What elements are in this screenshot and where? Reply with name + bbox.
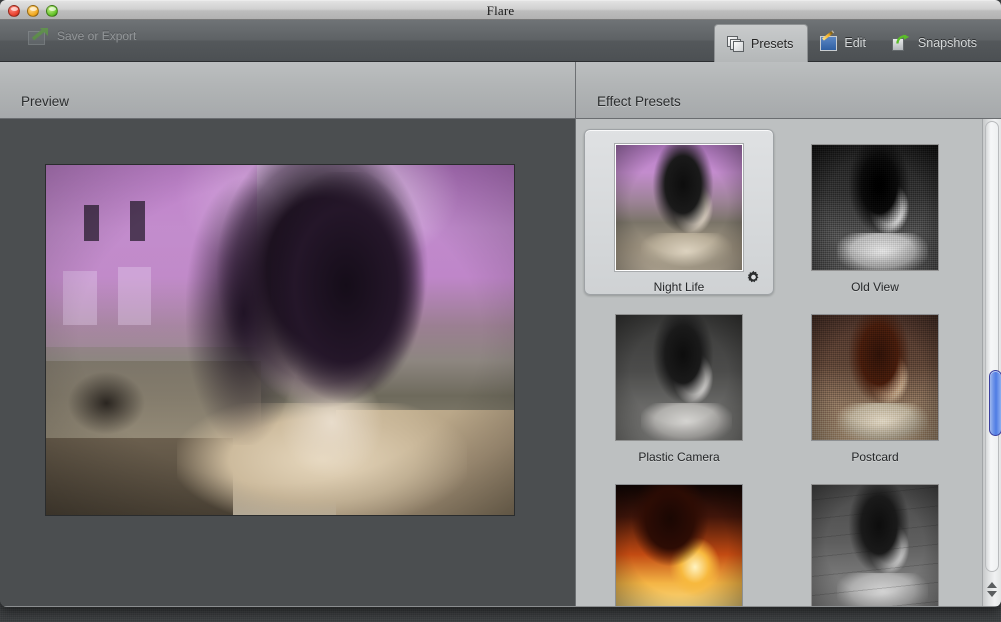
preset-label: Old View [851, 280, 899, 294]
stacked-cards-icon [726, 35, 744, 52]
preset-label: Night Life [653, 280, 705, 294]
preset-thumbnail [811, 314, 939, 441]
scrollbar-arrows [983, 572, 1001, 606]
content-area: Preview Effect Presets Night Life Old Vi… [0, 62, 1001, 606]
title-bar: Flare [0, 0, 1001, 20]
preset-item-postcard[interactable]: Postcard [780, 299, 970, 465]
preset-thumbnail [811, 484, 939, 606]
tab-snapshots[interactable]: Snapshots [880, 25, 991, 61]
presets-scrollbar[interactable] [982, 119, 1001, 606]
tab-bar: Presets Edit Snapshots [713, 19, 991, 62]
presets-pane: Effect Presets Night Life Old View Plast… [575, 62, 1001, 606]
preset-item-night-life[interactable]: Night Life [584, 129, 774, 295]
preview-pane: Preview [0, 62, 575, 606]
bottom-bar: Original Processed Cancel Apply [0, 606, 1001, 607]
presets-header: Effect Presets [576, 62, 1001, 119]
tab-edit[interactable]: Edit [808, 25, 880, 61]
tab-presets-label: Presets [750, 36, 794, 51]
preset-item-6[interactable] [780, 469, 970, 606]
preset-label: Plastic Camera [638, 450, 720, 464]
preset-thumbnail [615, 144, 743, 271]
scroll-up-arrow-icon[interactable] [987, 581, 997, 588]
gear-icon[interactable] [746, 270, 761, 285]
preview-canvas [0, 119, 575, 606]
pencil-icon [820, 35, 838, 51]
preset-thumbnail [811, 144, 939, 271]
presets-scroll-area: Night Life Old View Plastic Camera Postc… [576, 119, 982, 606]
green-arrow-page-icon [891, 34, 911, 51]
preview-header: Preview [0, 62, 575, 119]
app-window: Flare Save or Export Presets Edit Snapsh… [0, 0, 1001, 607]
preset-label: Postcard [851, 450, 899, 464]
preset-thumbnail [615, 484, 743, 606]
scrollbar-track[interactable] [985, 121, 1001, 572]
scrollbar-thumb[interactable] [989, 370, 1001, 436]
preview-image[interactable] [45, 164, 515, 516]
preset-item-old-view[interactable]: Old View [780, 129, 970, 295]
tab-edit-label: Edit [844, 36, 866, 50]
preview-title: Preview [21, 94, 70, 109]
save-or-export-button[interactable]: Save or Export [28, 27, 136, 45]
presets-title: Effect Presets [597, 94, 681, 109]
preset-item-5[interactable] [584, 469, 774, 606]
window-title: Flare [486, 3, 515, 18]
presets-body: Night Life Old View Plastic Camera Postc… [576, 119, 1001, 606]
preset-thumbnail [615, 314, 743, 441]
scroll-down-arrow-icon[interactable] [987, 590, 997, 597]
tab-snapshots-label: Snapshots [917, 36, 977, 50]
toolbar: Save or Export Presets Edit Snapshots [0, 20, 1001, 62]
save-or-export-label: Save or Export [57, 29, 137, 43]
export-arrow-icon [28, 27, 50, 45]
preset-grid: Night Life Old View Plastic Camera Postc… [584, 129, 982, 606]
preset-item-plastic-camera[interactable]: Plastic Camera [584, 299, 774, 465]
tab-presets[interactable]: Presets [713, 24, 809, 62]
